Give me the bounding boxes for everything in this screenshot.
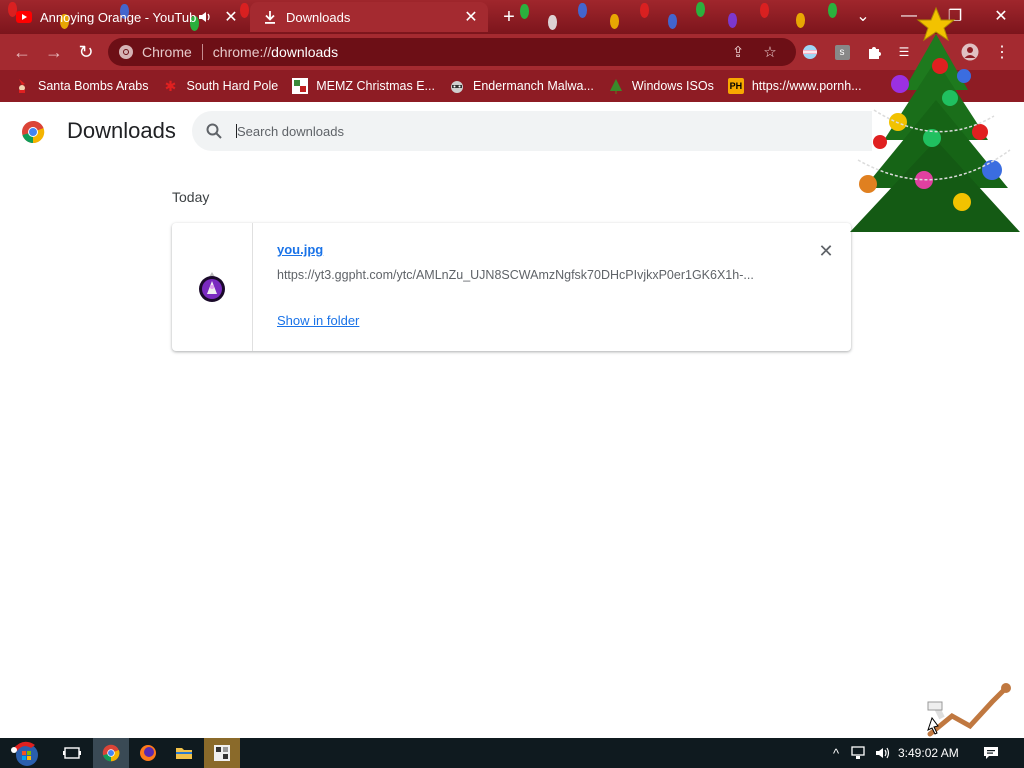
christmas-tree-decoration xyxy=(850,6,1020,232)
page-title: Downloads xyxy=(67,118,176,143)
taskbar-file-explorer[interactable] xyxy=(166,738,202,768)
show-hidden-icons-chevron-icon[interactable]: ^ xyxy=(828,745,844,761)
start-button[interactable] xyxy=(6,738,46,768)
close-icon[interactable]: ✕ xyxy=(462,8,480,26)
taskbar-clock[interactable]: 3:49:02 AM xyxy=(898,746,959,760)
remove-download-button[interactable]: ✕ xyxy=(816,241,836,261)
address-bar[interactable]: Chrome chrome://downloads xyxy=(108,38,796,66)
bookmark-star-icon[interactable]: ☆ xyxy=(760,42,780,62)
url-host: downloads xyxy=(271,44,339,60)
share-icon[interactable]: ⇪ xyxy=(728,42,748,62)
profile-flag-extension-icon[interactable] xyxy=(800,42,820,62)
memz-icon xyxy=(292,78,309,94)
bookmark-memz-christmas[interactable]: MEMZ Christmas E... xyxy=(292,78,435,94)
file-source-url: https://yt3.ggpht.com/ytc/AMLnZu_UJN8SCW… xyxy=(277,268,754,282)
volume-icon[interactable] xyxy=(875,745,891,761)
bookmark-label: Santa Bombs Arabs xyxy=(38,79,149,93)
file-name-link[interactable]: you.jpg xyxy=(277,242,323,257)
action-center-icon[interactable] xyxy=(983,745,999,761)
download-item-card: you.jpg https://yt3.ggpht.com/ytc/AMLnZu… xyxy=(172,223,851,351)
bookmark-santa-bombs-arabs[interactable]: Santa Bombs Arabs xyxy=(14,78,148,94)
chrome-taskbar-icon xyxy=(102,744,120,762)
download-icon xyxy=(262,9,278,25)
ph-icon: PH xyxy=(727,78,744,94)
bookmark-windows-isos[interactable]: Windows ISOs xyxy=(608,78,714,94)
close-icon[interactable]: ✕ xyxy=(222,8,240,26)
santa-icon xyxy=(14,78,30,94)
omnibox-chip: Chrome xyxy=(142,44,192,60)
bookmark-label: MEMZ Christmas E... xyxy=(316,79,435,93)
network-icon[interactable] xyxy=(851,745,867,761)
dancing-figure-decoration xyxy=(927,683,1011,737)
start-orb-icon xyxy=(11,741,38,766)
forward-button[interactable]: → xyxy=(42,40,66,64)
bookmark-ph[interactable]: PH https://www.pornh... xyxy=(727,78,862,94)
taskbar-firefox[interactable] xyxy=(130,738,166,768)
bookmark-label: Windows ISOs xyxy=(631,79,714,93)
firefox-icon xyxy=(140,745,156,761)
chrome-site-icon xyxy=(119,45,133,59)
bookmark-label: South Hard Pole xyxy=(186,79,279,93)
search-input[interactable] xyxy=(237,123,837,139)
back-button[interactable]: ← xyxy=(10,40,34,64)
show-in-folder-link[interactable]: Show in folder xyxy=(277,313,359,328)
task-view-icon xyxy=(63,747,81,759)
tab-annoying-orange[interactable]: Annoying Orange - YouTube ✕ xyxy=(4,2,248,32)
bookmark-label: Endermanch Malwa... xyxy=(472,79,594,93)
chrome-logo-icon xyxy=(22,120,45,144)
audio-playing-icon[interactable] xyxy=(196,8,214,26)
taskbar-app-generic[interactable] xyxy=(204,738,240,768)
folder-icon xyxy=(176,748,192,759)
reload-button[interactable]: ↻ xyxy=(74,40,98,64)
bookmark-south-hard-pole[interactable]: ✱ South Hard Pole xyxy=(162,77,279,94)
file-icon-column xyxy=(172,223,253,351)
app-tile-icon xyxy=(214,745,230,761)
windows-taskbar: ^ 3:49:02 AM xyxy=(0,738,1024,768)
tab-downloads[interactable]: Downloads ✕ xyxy=(250,2,488,32)
section-date-heading: Today xyxy=(172,189,210,205)
snowflake-icon: ✱ xyxy=(164,77,177,94)
search-downloads-field[interactable] xyxy=(192,111,872,151)
file-thumbnail-icon xyxy=(199,272,225,302)
task-view-button[interactable] xyxy=(54,738,90,768)
tab-title: Downloads xyxy=(286,9,351,25)
raccoon-icon xyxy=(449,78,465,94)
omnibox-separator xyxy=(201,44,203,60)
tab-title: Annoying Orange - YouTube xyxy=(40,9,196,25)
url-scheme: chrome:// xyxy=(212,44,272,60)
new-tab-button[interactable]: + xyxy=(498,6,520,28)
tree-icon xyxy=(608,78,624,94)
youtube-icon xyxy=(16,9,32,25)
taskbar-chrome[interactable] xyxy=(93,738,129,768)
search-icon xyxy=(206,123,222,139)
bookmark-endermanch-malware[interactable]: Endermanch Malwa... xyxy=(449,78,594,94)
